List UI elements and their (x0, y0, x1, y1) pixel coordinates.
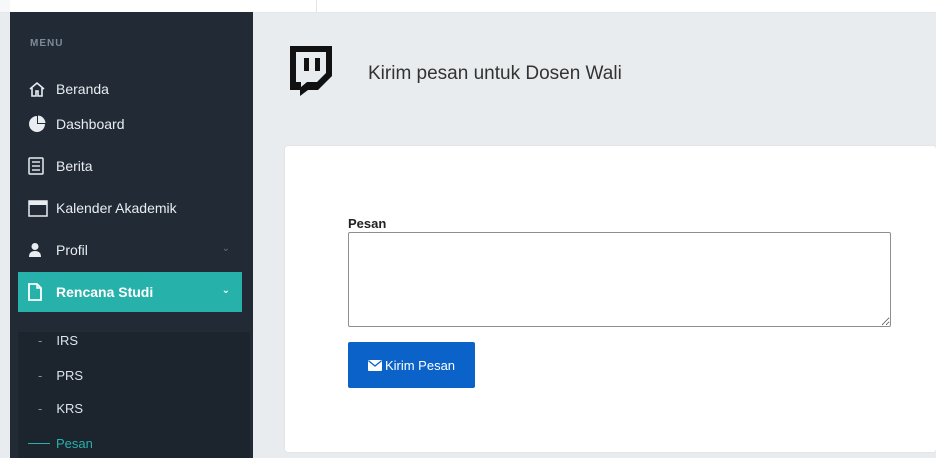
twitch-icon (286, 44, 334, 96)
submenu-item-prs[interactable]: - PRS (38, 365, 83, 385)
sidebar: MENU Beranda Dashboard Berita Kalender A… (10, 12, 253, 458)
submenu-item-label: KRS (56, 400, 84, 416)
sidebar-item-label: Berita (56, 158, 93, 174)
newspaper-icon (28, 157, 50, 175)
menu-heading: MENU (30, 38, 64, 49)
dash-marker: - (38, 367, 43, 383)
sidebar-item-label: Beranda (56, 81, 109, 97)
top-bar-corner (0, 0, 10, 12)
submenu-item-irs[interactable]: - IRS (38, 330, 78, 350)
pie-chart-icon (28, 115, 50, 133)
submenu-item-pesan[interactable]: Pesan (28, 433, 93, 453)
dash-marker: - (38, 332, 43, 348)
user-icon (28, 241, 50, 259)
send-button-label: Kirim Pesan (384, 357, 456, 373)
sidebar-item-rencana-studi[interactable]: Rencana Studi ⌄ (18, 272, 242, 312)
submenu-rencana-studi: - IRS - PRS - KRS Pesan (18, 332, 250, 458)
submenu-item-label: PRS (56, 367, 84, 383)
page-title: Kirim pesan untuk Dosen Wali (368, 63, 622, 84)
file-icon (28, 283, 50, 301)
submenu-item-label: Pesan (56, 435, 93, 451)
chevron-down-icon: ⌄ (221, 285, 230, 296)
calendar-icon (28, 199, 50, 217)
sidebar-item-label: Dashboard (56, 116, 125, 132)
dash-marker: - (38, 400, 43, 416)
sidebar-item-profil[interactable]: Profil ⌄ (18, 230, 242, 270)
submenu-item-label: IRS (56, 332, 79, 348)
sidebar-item-label: Rencana Studi (56, 284, 154, 300)
active-marker (28, 442, 50, 444)
send-message-button[interactable]: Kirim Pesan (348, 342, 475, 388)
sidebar-item-berita[interactable]: Berita (18, 146, 242, 186)
sidebar-item-label: Profil (56, 242, 88, 258)
sidebar-item-beranda[interactable]: Beranda (18, 69, 242, 109)
chevron-down-icon: ⌄ (221, 243, 230, 254)
message-textarea[interactable] (348, 232, 891, 327)
envelope-icon (367, 359, 382, 371)
sidebar-item-dashboard[interactable]: Dashboard (18, 104, 242, 144)
sidebar-item-kalender-akademik[interactable]: Kalender Akademik (18, 188, 242, 228)
top-bar-separator (316, 0, 317, 12)
submenu-item-krs[interactable]: - KRS (38, 398, 83, 418)
home-icon (28, 80, 50, 98)
message-label: Pesan (348, 216, 387, 231)
sidebar-item-label: Kalender Akademik (56, 200, 177, 216)
